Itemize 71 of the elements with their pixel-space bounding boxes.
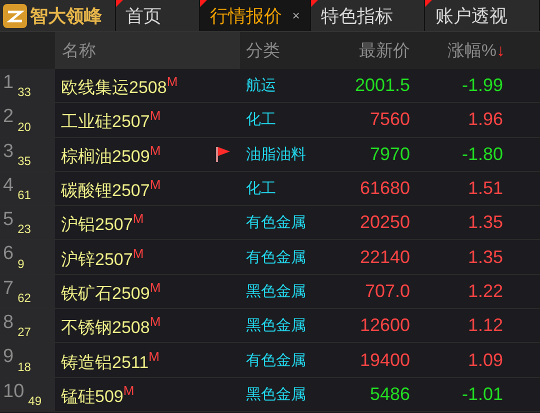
category-cell-text: 黑色金属 (245, 282, 307, 301)
rank-number: 18 (18, 360, 31, 374)
contract-name: 沪锌2507$^{M}$ (61, 248, 144, 271)
price-cell-text: 7970 (368, 144, 410, 165)
row-number: 1 (3, 72, 14, 94)
row-number: 4 (3, 174, 14, 197)
contract-name: 铁矿石2509$^{M}$ (61, 282, 161, 305)
price-cell-text: 12600 (358, 315, 410, 336)
column-header[interactable]: 最新价 (359, 41, 410, 60)
logo-icon (3, 4, 27, 28)
price-cell-text: 22140 (358, 246, 410, 268)
contract-name: 碳酸锂2507$^{M}$ (61, 179, 161, 202)
tab[interactable]: 特色指标 (310, 0, 426, 31)
column-header[interactable]: 名称 (62, 39, 96, 62)
category-cell-text: 航运 (245, 76, 277, 96)
close-icon[interactable]: × (292, 8, 300, 23)
row-number: 2 (3, 106, 14, 128)
change-cell-text: 1.51 (466, 178, 503, 200)
contract-name: 沪铝2507$^{M}$ (61, 213, 144, 236)
rank-number: 35 (18, 154, 31, 168)
category-cell-text: 化工 (245, 179, 277, 198)
contract-name: 铸造铝2511$^{M}$ (61, 350, 160, 374)
change-cell-text: 1.09 (466, 350, 503, 371)
row-number: 6 (3, 243, 14, 266)
category-cell-text: 化工 (245, 110, 277, 130)
price-cell-text: 61680 (358, 178, 410, 200)
row-number: 10 (3, 380, 24, 403)
rank-number: 9 (18, 256, 24, 271)
change-cell-text: 1.96 (466, 109, 503, 130)
contract-name: 欧线集运2508$^{M}$ (61, 76, 178, 100)
rank-number: 61 (18, 188, 31, 202)
row-number: 9 (3, 346, 14, 368)
price-cell-text: 19400 (358, 350, 410, 371)
price-cell-text: 20250 (358, 212, 410, 234)
category-cell-text: 油脂油料 (245, 144, 307, 164)
row-number: 7 (3, 278, 14, 300)
tab[interactable]: 首页 (116, 0, 200, 31)
change-cell-text: 1.22 (466, 280, 503, 302)
tab[interactable]: 行情报价 × (200, 0, 311, 31)
change-cell-text: -1.99 (460, 75, 503, 96)
contract-name: 锰硅509$^{M}$ (61, 384, 134, 408)
rank-number: 23 (18, 222, 31, 236)
price-cell-text: 2001.5 (354, 75, 410, 96)
column-header[interactable]: 分类 (246, 41, 280, 60)
rank-number: 62 (18, 291, 31, 306)
rank-number: 27 (18, 325, 31, 340)
category-cell-text: 有色金属 (245, 213, 307, 232)
app-logo-text: 智大领峰 (30, 4, 102, 28)
price-cell-text: 7560 (368, 109, 410, 130)
category-cell-text: 有色金属 (245, 248, 307, 267)
change-cell-text: -1.01 (460, 384, 503, 405)
rank-number: 49 (28, 394, 42, 408)
row-number: 3 (3, 140, 14, 163)
change-cell-text: -1.80 (460, 144, 503, 165)
change-cell-text: 1.35 (466, 246, 503, 268)
contract-name: 不锈钢2508$^{M}$ (61, 316, 161, 340)
category-cell-text: 黑色金属 (245, 316, 307, 336)
contract-name: 棕榈油2509$^{M}$ (61, 144, 161, 168)
price-cell-text: 5486 (368, 384, 410, 405)
column-header[interactable]: 涨幅%↓ (447, 41, 505, 60)
change-cell-text: 1.35 (466, 212, 503, 234)
tab[interactable]: 账户透视 (425, 0, 540, 31)
price-cell-text: 707.0 (364, 280, 410, 302)
rank-number: 33 (18, 85, 31, 100)
row-number: 5 (3, 209, 14, 232)
category-cell-text: 有色金属 (245, 350, 307, 370)
contract-name: 工业硅2507$^{M}$ (61, 110, 161, 134)
category-cell-text: 黑色金属 (245, 384, 307, 404)
change-cell-text: 1.12 (466, 315, 503, 336)
rank-number: 20 (18, 120, 31, 134)
row-number: 8 (3, 312, 14, 334)
